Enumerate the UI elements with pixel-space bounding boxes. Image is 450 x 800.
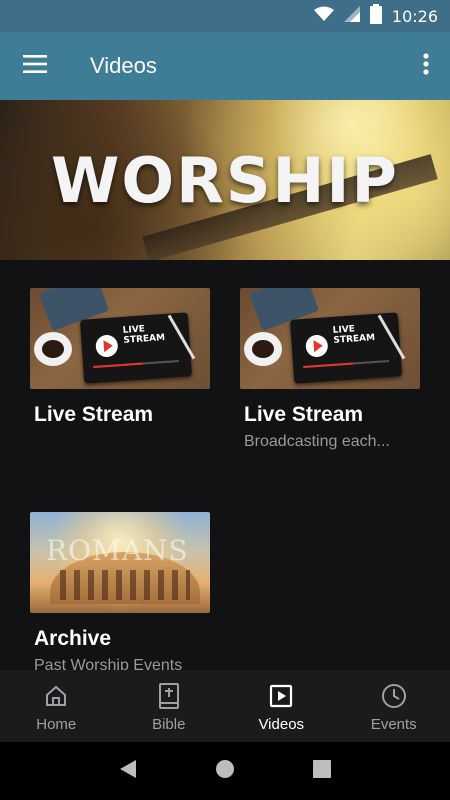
menu-button[interactable]	[0, 32, 70, 100]
thumbnail-romans-text: ROMANS	[46, 534, 189, 567]
coffee-cup-graphic	[34, 332, 72, 366]
app-bar: Videos	[0, 32, 450, 100]
nav-item-bible[interactable]: Bible	[113, 670, 226, 742]
nav-item-events[interactable]: Events	[338, 670, 450, 742]
play-icon	[305, 334, 329, 358]
system-home-button[interactable]	[205, 751, 245, 791]
card-title: Archive	[34, 627, 112, 650]
bottom-navigation: Home Bible Videos Events	[0, 670, 450, 742]
video-card-live-stream-2[interactable]: LIVE STREAM Live Stream Broadcasting each…	[240, 288, 422, 451]
video-thumbnail[interactable]: ROMANS	[30, 512, 210, 613]
card-title: Live Stream	[244, 403, 364, 426]
bible-icon	[158, 682, 180, 710]
video-thumbnail[interactable]: LIVE STREAM	[30, 288, 210, 389]
more-vert-icon	[423, 52, 429, 80]
banner-title: WORSHIP	[51, 144, 399, 217]
video-card-live-stream-1[interactable]: LIVE STREAM Live Stream	[30, 288, 212, 427]
system-back-button[interactable]	[108, 751, 148, 791]
home-circle-icon	[215, 759, 235, 784]
hamburger-menu-icon	[23, 54, 47, 78]
status-bar: 10:26	[0, 0, 450, 32]
video-card-archive[interactable]: ROMANS Archive Past Worship Events	[30, 512, 212, 675]
nav-item-home[interactable]: Home	[0, 670, 113, 742]
wifi-icon	[313, 6, 334, 27]
nav-label: Events	[370, 716, 417, 733]
page-title: Videos	[90, 53, 157, 78]
system-recents-button[interactable]	[302, 751, 342, 791]
battery-icon	[369, 3, 382, 29]
clock-icon	[381, 682, 407, 710]
play-icon	[95, 334, 119, 358]
thumbnail-live-stream-text: LIVE STREAM	[332, 324, 376, 346]
system-navigation-bar	[0, 742, 450, 800]
video-thumbnail[interactable]: LIVE STREAM	[240, 288, 420, 389]
progress-bar-graphic	[303, 360, 390, 369]
nav-label: Home	[36, 716, 77, 733]
nav-item-videos[interactable]: Videos	[225, 670, 338, 742]
nav-label: Videos	[258, 716, 305, 733]
nav-label: Bible	[152, 716, 186, 733]
signal-icon	[343, 5, 360, 27]
arches-graphic	[60, 570, 190, 600]
worship-banner: WORSHIP	[0, 100, 450, 260]
recents-square-icon	[312, 759, 331, 783]
home-icon	[44, 682, 68, 710]
status-time: 10:26	[391, 6, 438, 26]
video-icon	[269, 682, 293, 710]
card-subtitle: Broadcasting each...	[244, 433, 390, 450]
thumbnail-live-stream-text: LIVE STREAM	[122, 324, 166, 346]
card-title: Live Stream	[34, 403, 154, 426]
coffee-cup-graphic	[244, 332, 282, 366]
progress-bar-graphic	[93, 360, 180, 369]
overflow-menu-button[interactable]	[414, 50, 438, 82]
back-triangle-icon	[119, 759, 137, 784]
